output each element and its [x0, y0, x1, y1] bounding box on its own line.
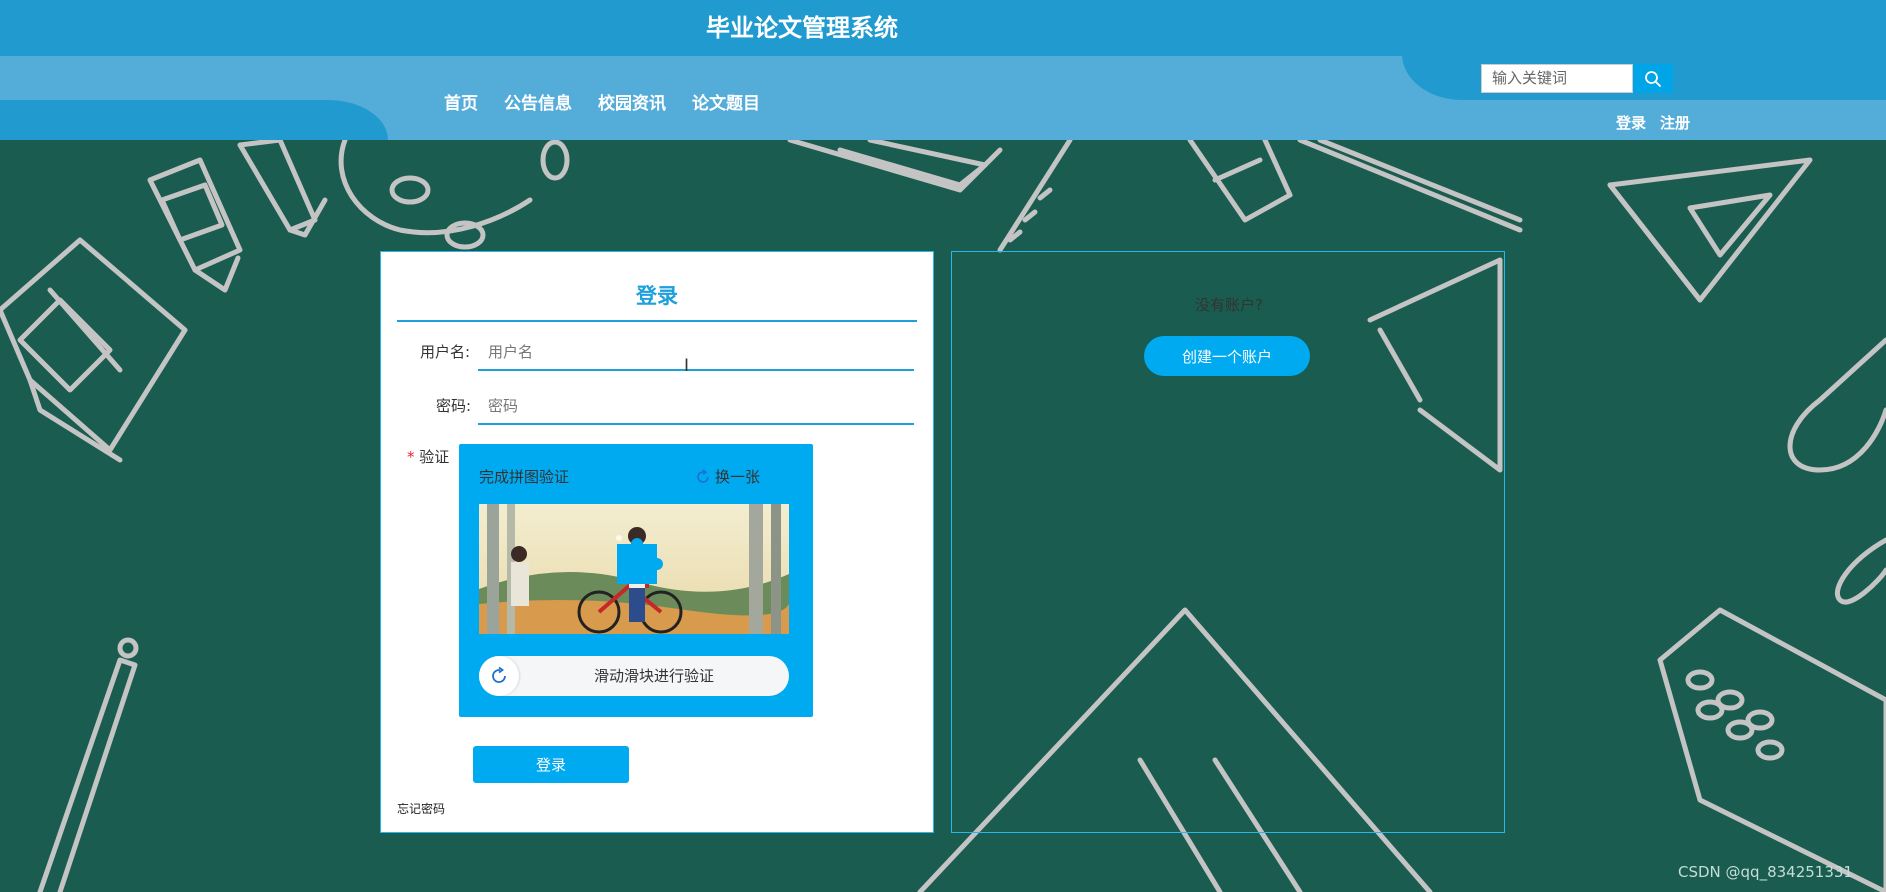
- verify-label: * 验证: [407, 446, 449, 467]
- watermark: CSDN @qq_834251331: [1678, 863, 1853, 881]
- refresh-handle-icon: [492, 666, 506, 683]
- site-title: 毕业论文管理系统: [706, 14, 898, 42]
- captcha-puzzle-image: [479, 504, 789, 634]
- nav-item-home[interactable]: 首页: [444, 89, 478, 114]
- nav-item-notices[interactable]: 公告信息: [504, 89, 572, 114]
- pencil-doodle: [37, 637, 139, 892]
- search-icon: [1645, 70, 1661, 87]
- login-panel: 登录 用户名: 密码: * 验证 完成拼图验证 换一张: [380, 251, 934, 833]
- no-account-text: 没有账户?: [1195, 296, 1263, 314]
- login-title: 登录: [636, 284, 678, 308]
- main-nav: 首页 公告信息 校园资讯 论文题目: [444, 89, 786, 114]
- refresh-icon: [697, 468, 709, 483]
- create-account-button[interactable]: 创建一个账户: [1144, 336, 1310, 376]
- paperclip-doodle: [1834, 537, 1886, 605]
- forgot-password-link[interactable]: 忘记密码: [397, 800, 445, 817]
- nav-item-campus-news[interactable]: 校园资讯: [598, 89, 666, 114]
- notebook-doodle: [0, 237, 188, 463]
- password-label: 密码:: [436, 397, 472, 415]
- verify-label-text: 验证: [419, 448, 450, 466]
- header-login-link[interactable]: 登录: [1616, 112, 1646, 133]
- ruler-doodle: [1297, 140, 1523, 233]
- paint-tube-doodle: [147, 157, 243, 293]
- cutter-doodle: [1187, 140, 1293, 223]
- auth-links: 登录 注册: [1616, 112, 1690, 133]
- calculator-doodle: [1657, 607, 1886, 892]
- captcha-slider[interactable]: 滑动滑块进行验证: [479, 656, 789, 696]
- search-button[interactable]: [1633, 64, 1673, 93]
- chalkboard-doodles: [0, 140, 1886, 892]
- username-input[interactable]: [478, 335, 914, 371]
- captcha-refresh-button[interactable]: 换一张: [695, 466, 760, 487]
- puzzle-captcha: 完成拼图验证 换一张 滑动滑块进行验证: [459, 444, 813, 717]
- header-curve-left: [0, 100, 388, 140]
- text-cursor-icon: I: [684, 356, 690, 376]
- slider-instruction: 滑动滑块进行验证: [593, 667, 714, 685]
- title-divider: [397, 320, 917, 322]
- login-submit-button[interactable]: 登录: [473, 746, 629, 783]
- captcha-title: 完成拼图验证: [479, 468, 570, 486]
- header-register-link[interactable]: 注册: [1660, 112, 1690, 133]
- eraser-doodle: [787, 140, 1003, 193]
- palette-doodle: [338, 140, 570, 250]
- password-input[interactable]: [478, 389, 914, 425]
- slider-handle[interactable]: [479, 656, 519, 696]
- marker-doodle: [237, 140, 328, 238]
- scissors-doodle: [1787, 337, 1886, 473]
- register-panel: 没有账户? 创建一个账户: [951, 251, 1505, 833]
- required-mark: *: [407, 448, 415, 466]
- search-input[interactable]: [1481, 64, 1633, 93]
- username-label: 用户名:: [420, 343, 471, 361]
- triangle-ruler-doodle: [1607, 157, 1813, 303]
- chain-doodle: [997, 140, 1073, 253]
- captcha-refresh-label: 换一张: [715, 468, 761, 486]
- nav-item-thesis-topics[interactable]: 论文题目: [692, 89, 760, 114]
